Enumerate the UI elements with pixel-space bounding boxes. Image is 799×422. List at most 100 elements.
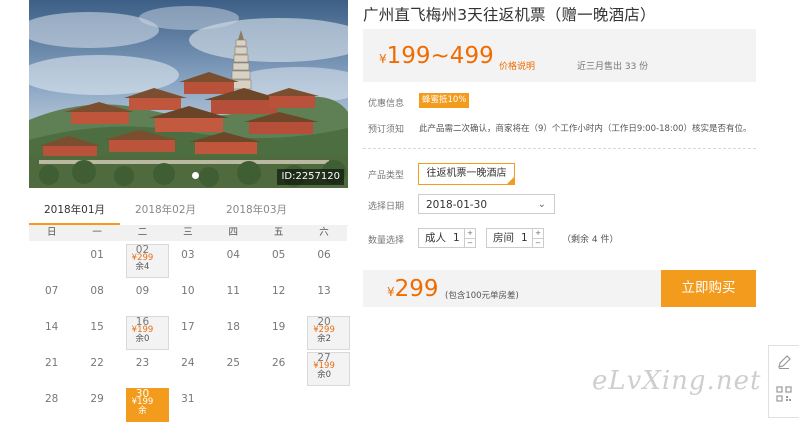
product-title: 广州直飞梅州3天往返机票（赠一晚酒店）: [363, 6, 656, 24]
date-select[interactable]: 2018-01-30 ⌄: [418, 194, 555, 214]
remaining-stock: （剩余 4 件）: [562, 235, 619, 245]
calendar-day-stock: 余2: [317, 334, 331, 344]
calendar-day-number: 23: [135, 357, 150, 369]
calendar-day: 19: [256, 313, 301, 349]
calendar-day: 13: [301, 277, 346, 313]
quantity-label: 数量选择: [368, 236, 405, 246]
calendar-day-number: 12: [271, 285, 286, 297]
date-label: 选择日期: [368, 202, 405, 212]
calendar-day-available[interactable]: 02 ¥299 余4: [120, 241, 169, 278]
calendar-day: 31: [165, 385, 210, 421]
calendar-day: 26: [256, 349, 301, 385]
price-currency: ¥: [379, 52, 387, 66]
plus-icon[interactable]: +: [533, 229, 543, 239]
side-float-widget: [768, 345, 799, 418]
calendar-day: 09: [120, 277, 165, 313]
calendar-day: 17: [165, 313, 210, 349]
calendar-day: 29: [74, 385, 119, 421]
calendar-day-available[interactable]: 16 ¥199 余0: [120, 313, 169, 350]
calendar-day: 11: [211, 277, 256, 313]
calendar-weekday-header: 二: [119, 225, 166, 241]
room-label: 房间: [493, 232, 514, 244]
calendar-day-available[interactable]: 27 ¥199 余0: [301, 349, 351, 386]
calendar-day-number: 04: [226, 249, 240, 261]
calendar-day: 14: [29, 313, 74, 349]
calendar-day: 28: [29, 385, 74, 421]
calendar-month-tab[interactable]: 2018年01月: [29, 199, 120, 226]
product-type-label: 产品类型: [368, 171, 405, 181]
calendar-day: 21: [29, 349, 74, 385]
calendar-day-number: 17: [181, 321, 195, 333]
calendar-day-number: 05: [271, 249, 286, 261]
minus-icon[interactable]: −: [533, 239, 543, 248]
calendar-day: 23: [120, 349, 165, 385]
calendar-day-number: 13: [317, 285, 331, 297]
plus-icon[interactable]: +: [465, 229, 475, 239]
carousel-dot[interactable]: [192, 172, 199, 179]
calendar-month-tab[interactable]: 2018年02月: [120, 199, 211, 225]
calendar-day: 07: [29, 277, 74, 313]
calendar-weekday-header: 六: [301, 225, 347, 241]
calendar-weekday-header: 日: [29, 225, 75, 241]
calendar-day-available[interactable]: 20 ¥299 余2: [301, 313, 351, 350]
calendar-day-number: 06: [317, 249, 331, 261]
calendar-day-number: 07: [45, 285, 59, 297]
calendar-day-number: 22: [90, 357, 104, 369]
calendar-day-number: 14: [45, 321, 59, 333]
calendar-day-number: 25: [226, 357, 240, 369]
calendar-day-number: 21: [45, 357, 59, 369]
adult-label: 成人: [425, 232, 446, 244]
booking-note: 此产品需二次确认，商家将在（9）个工作小时内（工作日9:00-18:00）核实是…: [419, 124, 752, 134]
calendar-day: 12: [256, 277, 301, 313]
calendar-day: 25: [211, 349, 256, 385]
calendar-weekday-header: 五: [255, 225, 302, 241]
calendar-day-available[interactable]: 30 ¥199 余: [120, 385, 169, 422]
room-quantity-stepper[interactable]: 房间 1 + −: [486, 228, 544, 248]
product-photo[interactable]: ID:2257120: [29, 0, 348, 188]
price-range: ¥199~499: [379, 43, 494, 69]
calendar-day-stock: 余0: [317, 370, 331, 380]
calendar-day: 01: [74, 241, 119, 277]
buy-now-button[interactable]: 立即购买: [661, 270, 756, 307]
qr-code-icon[interactable]: [776, 386, 792, 402]
room-stepper-controls: + −: [532, 229, 543, 247]
calendar-month-tabs: 2018年01月 2018年02月 2018年03月: [29, 199, 348, 226]
adult-stepper-controls: + −: [464, 229, 475, 247]
price-note-link[interactable]: 价格说明: [499, 59, 535, 72]
adult-quantity-stepper[interactable]: 成人 1 + −: [418, 228, 476, 248]
price-panel: ¥199~499 价格说明 近三月售出 33 份: [363, 29, 756, 82]
calendar-day-number: 19: [271, 321, 286, 333]
calendar-day: 04: [211, 241, 256, 277]
carousel-dots[interactable]: [192, 172, 199, 179]
calendar-day-stock: 余0: [135, 334, 150, 344]
calendar-day-number: 11: [226, 285, 240, 297]
watermark: eLvXing.net: [592, 366, 762, 396]
temple-photo: [29, 0, 348, 188]
calendar-day: 06: [301, 241, 346, 277]
calendar-day-number: 26: [271, 357, 286, 369]
calendar-day: [29, 241, 74, 277]
calendar-day: 18: [211, 313, 256, 349]
calendar-day-number: 18: [226, 321, 240, 333]
calendar-day-number: 08: [90, 285, 104, 297]
calendar-day-number: 29: [90, 393, 104, 405]
minus-icon[interactable]: −: [465, 239, 475, 248]
adult-quantity-value: 1: [453, 232, 460, 244]
edit-icon[interactable]: [776, 354, 792, 370]
calendar-weekday-header: 一: [74, 225, 120, 241]
sold-count: 近三月售出 33 份: [577, 62, 649, 72]
photo-id-label: ID:2257120: [277, 169, 344, 185]
calendar-day-number: 10: [181, 285, 195, 297]
calendar-day-number: 28: [45, 393, 59, 405]
calendar-day-number: 24: [181, 357, 195, 369]
calendar-day: 15: [74, 313, 119, 349]
product-type-option[interactable]: 往返机票一晚酒店: [418, 163, 515, 185]
calendar-day-number: 01: [90, 249, 104, 261]
calendar-day-number: 03: [181, 249, 195, 261]
chevron-down-icon: ⌄: [537, 199, 546, 210]
calendar-month-tab[interactable]: 2018年03月: [211, 199, 302, 225]
price-range-value: 199~499: [386, 43, 494, 69]
promo-badge: 蜂蜜抵10%: [419, 93, 470, 108]
calendar-day-stock: 余4: [135, 262, 150, 272]
calendar-day-stock: 余: [138, 406, 147, 416]
